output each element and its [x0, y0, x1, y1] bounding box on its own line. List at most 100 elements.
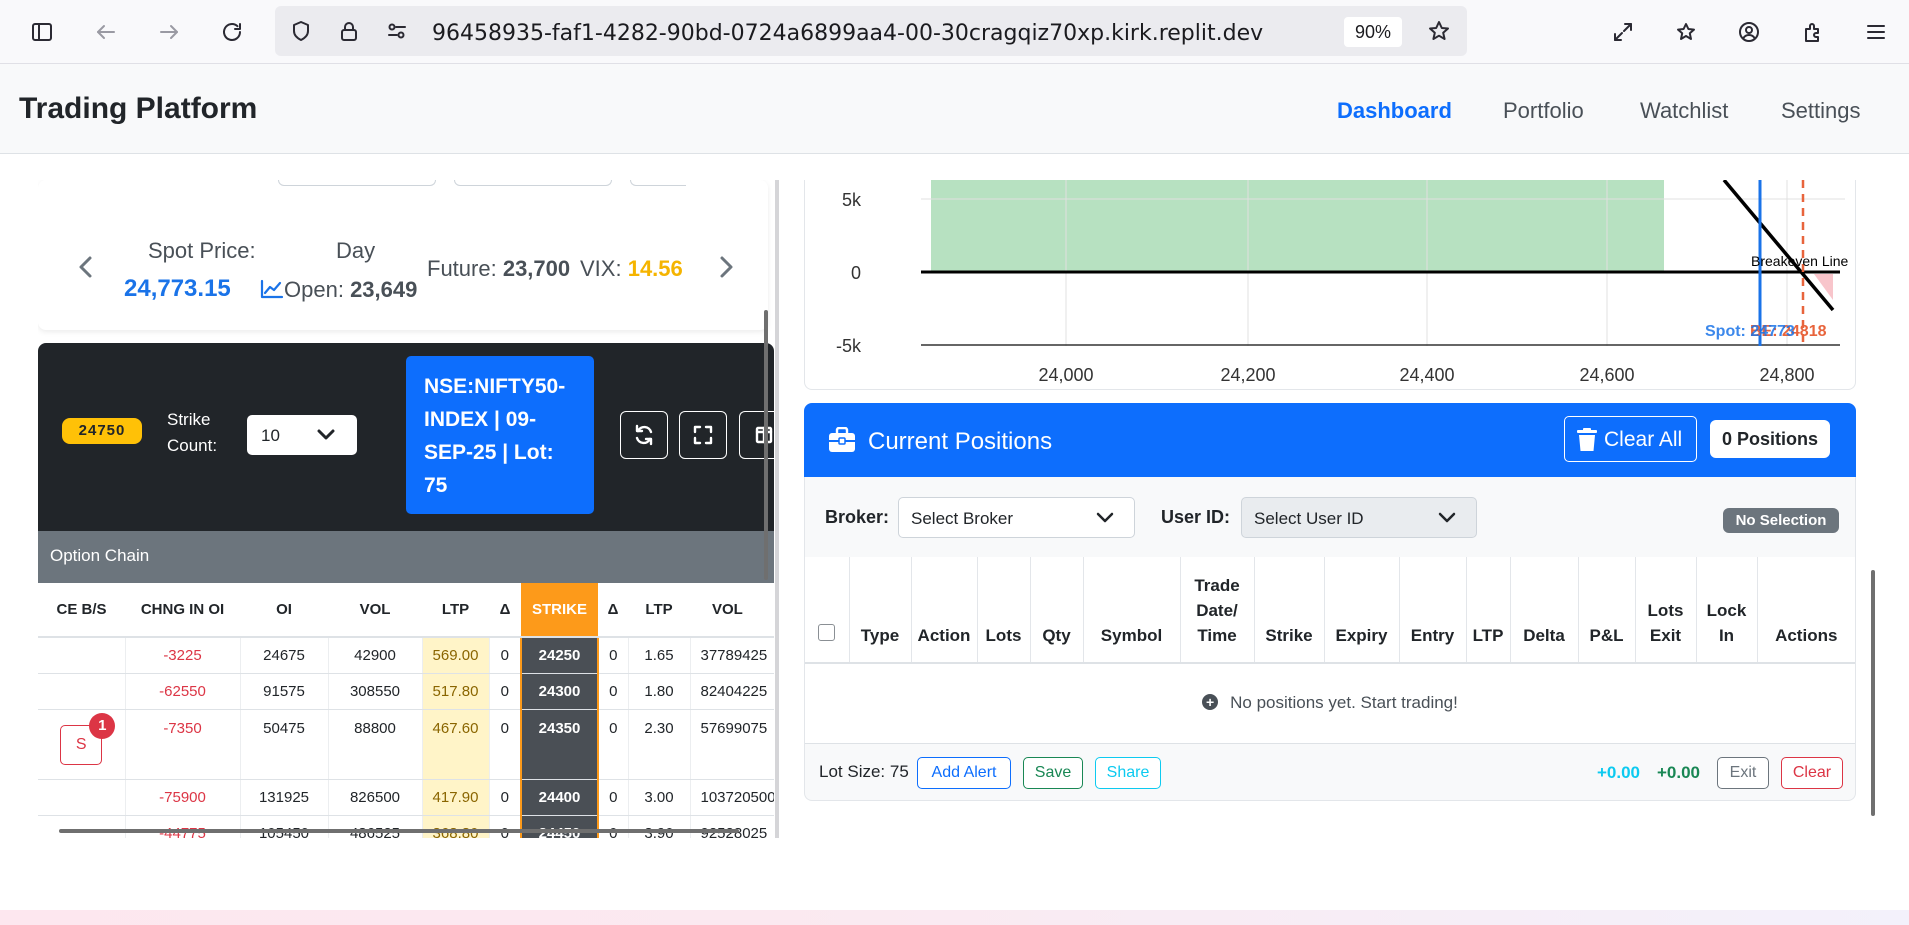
bookmark-star-icon[interactable] — [1421, 13, 1457, 49]
url-text[interactable]: 96458935-faf1-4282-90bd-0724a6899aa4-00-… — [432, 21, 1263, 46]
horizontal-scrollbar[interactable] — [59, 829, 739, 833]
pe-delta-cell: 0 — [598, 673, 629, 710]
back-icon[interactable] — [88, 14, 124, 50]
broker-select-value: Select Broker — [911, 509, 1014, 528]
fullscreen-icon[interactable] — [1605, 14, 1641, 50]
table-row[interactable]: -62550 91575 308550 517.80 0 24300 0 1.8… — [38, 673, 774, 710]
symbol-line: NSE:NIFTY50- — [424, 375, 566, 398]
col-pe-vol: VOL — [690, 583, 774, 638]
share-button[interactable]: Share — [1095, 757, 1161, 789]
y-tick-label: 5k — [842, 190, 862, 210]
refresh-button[interactable] — [620, 411, 668, 459]
ce-ltp-cell[interactable]: 467.60 — [422, 709, 490, 780]
nav-watchlist[interactable]: Watchlist — [1640, 98, 1728, 124]
reload-icon[interactable] — [214, 14, 250, 50]
ce-bs-cell[interactable] — [38, 673, 126, 710]
notification-strip — [0, 910, 1909, 925]
table-row[interactable]: S1 -7350 50475 88800 467.60 0 24350 0 2.… — [38, 709, 774, 780]
breakeven-line-label: Breakeven Line — [1751, 253, 1849, 269]
vol-cell: 42900 — [328, 637, 423, 674]
x-tick-label: 24,800 — [1759, 365, 1814, 385]
clear-all-button[interactable]: Clear All — [1564, 416, 1697, 462]
top-control[interactable] — [454, 180, 612, 186]
pe-delta-cell: 0 — [598, 815, 629, 838]
columns-button[interactable] — [739, 411, 774, 459]
left-vertical-scrollbar[interactable] — [764, 310, 768, 580]
col-lock-in: Lock In — [1696, 557, 1758, 664]
shield-icon[interactable] — [283, 13, 319, 49]
chng-oi-cell: -7350 — [125, 709, 241, 780]
pe-ltp-cell[interactable]: 2.30 — [628, 709, 691, 780]
panel-divider[interactable] — [775, 180, 779, 838]
account-icon[interactable] — [1731, 14, 1767, 50]
strike-count-text: Strike Count: — [167, 410, 218, 455]
ce-bs-cell[interactable] — [38, 815, 126, 838]
carousel-next-icon[interactable] — [714, 252, 738, 282]
browser-toolbar: 96458935-faf1-4282-90bd-0724a6899aa4-00-… — [0, 0, 1909, 64]
table-row[interactable]: -75900 131925 826500 417.90 0 24400 0 3.… — [38, 779, 774, 816]
permissions-icon[interactable] — [379, 13, 415, 49]
pe-ltp-cell[interactable]: 1.65 — [628, 637, 691, 674]
menu-icon[interactable] — [1858, 14, 1894, 50]
chevron-down-icon — [1438, 512, 1456, 523]
sidebar-icon[interactable] — [24, 14, 60, 50]
positions-count-badge: 0 Positions — [1710, 420, 1830, 458]
brand-title[interactable]: Trading Platform — [19, 92, 257, 126]
zoom-level[interactable]: 90% — [1344, 17, 1402, 47]
nav-settings[interactable]: Settings — [1781, 98, 1861, 124]
ce-bs-cell[interactable]: S1 — [38, 709, 126, 780]
user-id-select[interactable]: Select User ID — [1241, 497, 1477, 538]
col-lots: Lots — [977, 557, 1031, 664]
pe-ltp-cell[interactable]: 3.00 — [628, 779, 691, 816]
chng-oi-cell: -3225 — [125, 637, 241, 674]
top-control[interactable] — [630, 180, 686, 186]
delta-cell: 0 — [489, 709, 522, 780]
col-ce-bs: CE B/S — [38, 583, 125, 638]
sell-button[interactable]: S1 — [60, 712, 116, 765]
select-all-checkbox[interactable] — [818, 624, 836, 641]
positions-table: Type Action Lots Qty Symbol Trade Date/ … — [805, 557, 1855, 744]
carousel-prev-icon[interactable] — [74, 252, 98, 282]
broker-select[interactable]: Select Broker — [898, 497, 1135, 538]
pe-ltp-cell[interactable]: 1.80 — [628, 673, 691, 710]
collections-icon[interactable] — [1668, 14, 1704, 50]
pe-ltp-cell[interactable]: 3.90 — [628, 815, 691, 838]
nav-portfolio[interactable]: Portfolio — [1503, 98, 1584, 124]
ce-bs-cell[interactable] — [38, 637, 126, 674]
address-bar[interactable]: 96458935-faf1-4282-90bd-0724a6899aa4-00-… — [275, 6, 1467, 56]
lock-icon[interactable] — [331, 13, 367, 49]
ce-ltp-cell[interactable]: 569.00 — [422, 637, 490, 674]
ce-bs-cell[interactable] — [38, 779, 126, 816]
delta-cell: 0 — [489, 637, 522, 674]
forward-icon[interactable] — [151, 14, 187, 50]
nav-dashboard[interactable]: Dashboard — [1337, 98, 1452, 124]
y-tick-label: 0 — [851, 263, 861, 283]
plus-circle-icon: + — [1202, 694, 1219, 711]
pe-vol-cell: 82404225 — [690, 673, 774, 710]
top-control[interactable] — [278, 180, 436, 186]
option-chain-toolbar: 24750 Strike Count: 10 NSE:NIFTY50- INDE… — [38, 343, 774, 531]
select-all-cell[interactable] — [805, 557, 850, 664]
positions-header-row: Type Action Lots Qty Symbol Trade Date/ … — [805, 557, 1855, 664]
save-button[interactable]: Save — [1023, 757, 1083, 789]
delta-cell: 0 — [489, 815, 522, 838]
add-alert-button[interactable]: Add Alert — [917, 757, 1011, 789]
pnl-value-primary: +0.00 — [1597, 763, 1641, 782]
ce-ltp-cell[interactable]: 368.80 — [422, 815, 490, 838]
vix-stat: VIX: 14.56 — [580, 256, 683, 282]
right-vertical-scrollbar[interactable] — [1871, 570, 1875, 816]
x-tick-label: 24,600 — [1579, 365, 1634, 385]
clear-all-label: Clear All — [1604, 428, 1683, 451]
strike-count-select[interactable]: 10 — [247, 415, 357, 455]
table-row[interactable]: -44775 105450 486525 368.80 0 24450 0 3.… — [38, 815, 774, 838]
ce-ltp-cell[interactable]: 517.80 — [422, 673, 490, 710]
extensions-icon[interactable] — [1795, 14, 1831, 50]
col-strike: STRIKE — [521, 583, 598, 638]
ce-ltp-cell[interactable]: 417.90 — [422, 779, 490, 816]
exit-button[interactable]: Exit — [1717, 757, 1769, 789]
strike-cell: 24350 — [520, 709, 599, 780]
expand-button[interactable] — [679, 411, 727, 459]
symbol-info-box[interactable]: NSE:NIFTY50- INDEX | 09- SEP-25 | Lot: 7… — [406, 356, 594, 514]
table-row[interactable]: -3225 24675 42900 569.00 0 24250 0 1.65 … — [38, 637, 774, 674]
clear-button[interactable]: Clear — [1781, 757, 1843, 789]
